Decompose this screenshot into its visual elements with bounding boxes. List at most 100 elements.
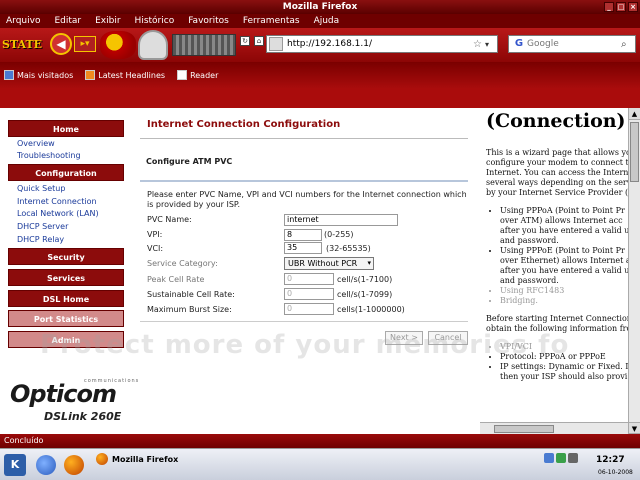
nav-port-statistics[interactable]: Port Statistics [8,310,124,327]
vpi-input[interactable]: 8 [284,229,322,241]
volume-icon[interactable] [568,453,578,463]
intro-text: Please enter PVC Name, VPI and VCI numbe… [147,190,467,209]
nav-quick-setup[interactable]: Quick Setup [17,184,65,193]
cardinal-mascot-icon [100,31,136,59]
bookmark-latest-headlines[interactable]: Latest Headlines [85,70,165,80]
url-bar[interactable]: http://192.168.1.1/ ☆ ▾ [266,35,498,53]
taskbar-firefox-item[interactable]: Mozilla Firefox [96,451,536,467]
list-item: Using PPPoA (Point to Point Prover ATM) … [500,206,628,246]
site-favicon-icon [269,37,283,51]
desktop-icon[interactable] [36,455,56,475]
kde-menu-icon[interactable]: K [4,454,26,476]
stadium-image [172,34,236,56]
back-button[interactable]: ◀ [50,33,72,55]
scroll-down-icon[interactable]: ▼ [629,422,640,434]
nav-dsl-home[interactable]: DSL Home [8,290,124,307]
menu-arquivo[interactable]: Arquivo [6,14,40,28]
help-before-text: Before starting Internet Connection, ple… [486,314,628,333]
help-methods-list: Using PPPoA (Point to Point Prover ATM) … [500,206,628,306]
bookmark-reader[interactable]: Reader [177,70,218,80]
section-divider [140,180,468,182]
menu-editar[interactable]: Editar [54,14,81,28]
minimize-button[interactable]: _ [604,2,614,12]
scroll-thumb[interactable] [630,122,639,182]
list-item: VPI/VCI [500,342,628,352]
bookmarks-toolbar: Mais visitados Latest Headlines Reader [0,62,640,88]
chevron-down-icon: ▾ [367,259,371,267]
nav-dhcp-relay[interactable]: DHCP Relay [17,235,64,244]
window-title: Mozilla Firefox [282,2,358,12]
menu-ferramentas[interactable]: Ferramentas [243,14,300,28]
vci-input[interactable]: 35 [284,242,322,254]
peak-cell-rate-hint: cell/s(1-7100) [337,275,393,284]
menu-historico[interactable]: Histórico [135,14,175,28]
nav-services[interactable]: Services [8,269,124,286]
service-category-select[interactable]: UBR Without PCR ▾ [284,257,374,270]
taskbar: K Mozilla Firefox 12:27 06-10-2008 [0,448,640,480]
page-icon [177,70,188,80]
max-burst-size-label: Maximum Burst Size: [147,305,232,314]
bookmark-mais-visitados[interactable]: Mais visitados [4,70,73,80]
service-category-value: UBR Without PCR [288,259,358,268]
search-bar[interactable]: G ⌕ [508,35,636,53]
bookmark-folder-icon [4,70,14,80]
maximize-button[interactable]: □ [616,2,626,12]
google-icon[interactable]: G [511,37,527,51]
system-tray [544,453,578,463]
pvc-name-input[interactable]: internet [284,214,398,226]
reload-icon[interactable]: ↻ [240,36,250,46]
section-title: Configure ATM PVC [146,157,233,166]
search-icon[interactable]: ⌕ [621,39,633,50]
nav-configuration[interactable]: Configuration [8,164,124,181]
list-item: IP settings: Dynamic or Fixed. Ifthen yo… [500,362,628,382]
forward-button[interactable]: ▸▾ [74,36,96,52]
search-input[interactable] [527,39,621,49]
peak-cell-rate-input[interactable]: 0 [284,273,334,285]
vci-label: VCI: [147,244,164,253]
title-divider [140,138,468,139]
page-content: Home Overview Troubleshooting Configurat… [0,108,628,434]
menu-bar: Arquivo Editar Exibir Histórico Favorito… [0,14,640,28]
network-icon[interactable] [544,453,554,463]
firefox-launcher-icon[interactable] [64,455,84,475]
close-button[interactable]: × [628,2,638,12]
scroll-up-icon[interactable]: ▲ [629,108,640,120]
help-panel: This is a wizard page that allows you to… [486,148,628,390]
list-item: Protocol: PPPoA or PPPoE [500,352,628,362]
hscroll-thumb[interactable] [494,425,554,433]
nav-internet-connection[interactable]: Internet Connection [17,197,97,206]
button-divider [140,321,468,322]
service-category-label: Service Category: [147,259,218,268]
nav-overview[interactable]: Overview [17,139,55,148]
url-dropdown-icon[interactable]: ▾ [485,40,497,49]
vertical-scrollbar[interactable]: ▲ ▼ [628,108,640,434]
help-title: (Connection) [486,110,626,132]
menu-exibir[interactable]: Exibir [95,14,120,28]
toolbar-spacer [0,88,640,108]
nav-local-network[interactable]: Local Network (LAN) [17,209,99,218]
max-burst-size-hint: cells(1-1000000) [337,305,405,314]
menu-ajuda[interactable]: Ajuda [314,14,340,28]
status-bar: Concluído [0,434,640,448]
clock[interactable]: 12:27 [596,455,625,465]
max-burst-size-input[interactable]: 0 [284,303,334,315]
nav-dhcp-server[interactable]: DHCP Server [17,222,68,231]
model-name: DSLink 260E [44,410,122,423]
firefox-icon [96,453,108,465]
list-item: Using PPPoE (Point to Point Prover Ether… [500,246,628,286]
nav-troubleshooting[interactable]: Troubleshooting [17,151,81,160]
home-icon[interactable]: ⌂ [254,36,264,46]
url-text[interactable]: http://192.168.1.1/ [287,39,473,49]
sustainable-cell-rate-input[interactable]: 0 [284,288,334,300]
update-icon[interactable] [556,453,566,463]
help-intro: This is a wizard page that allows you to… [486,148,628,197]
nav-security[interactable]: Security [8,248,124,265]
rss-icon [85,70,96,80]
pvc-name-label: PVC Name: [147,215,192,224]
bookmark-star-icon[interactable]: ☆ [473,39,485,50]
page-title: Internet Connection Configuration [147,119,341,130]
horizontal-scrollbar[interactable] [480,422,628,434]
menu-favoritos[interactable]: Favoritos [188,14,229,28]
sustainable-cell-rate-label: Sustainable Cell Rate: [147,290,235,299]
nav-home[interactable]: Home [8,120,124,137]
